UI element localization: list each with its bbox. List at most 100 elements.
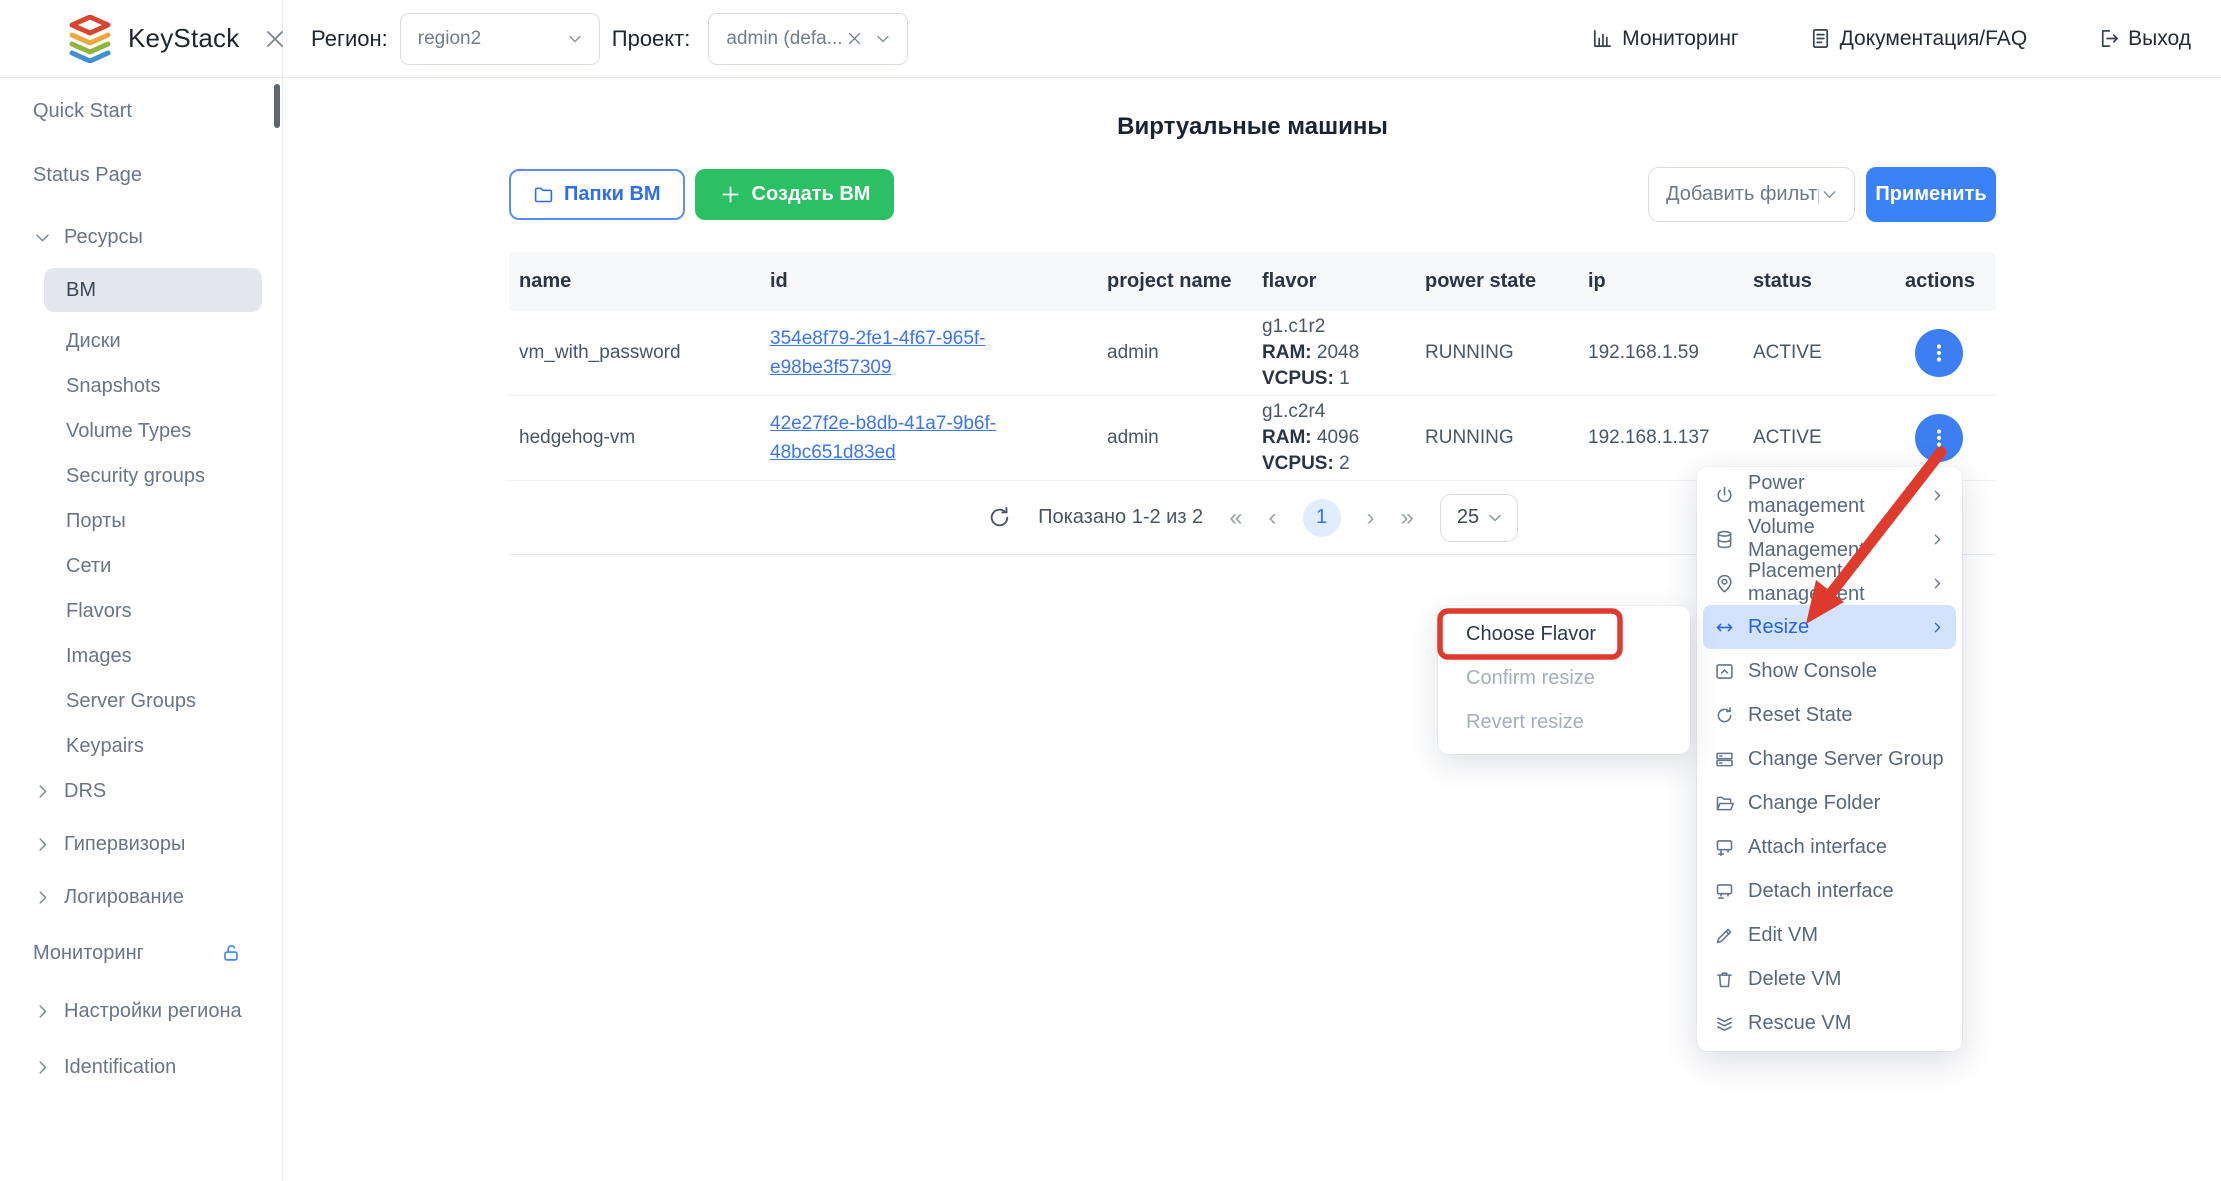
menu-item-change-server-group[interactable]: Change Server Group [1697,737,1962,781]
chevron-right-icon [1929,619,1946,636]
sidebar-item-snapshots[interactable]: Snapshots [0,373,282,399]
logout-link[interactable]: Выход [2097,27,2191,51]
sidebar-item-status-page[interactable]: Status Page [0,162,282,188]
submenu-item-choose-flavor[interactable]: Choose Flavor [1438,612,1690,656]
menu-item-volume-management[interactable]: Volume Management [1697,517,1962,561]
topbar: KeyStack Регион: region2 Проект: admin (… [0,0,2221,78]
sidebar-item-server-groups[interactable]: Server Groups [0,688,282,714]
col-header-flavor: flavor [1252,270,1415,293]
apply-filter-button[interactable]: Применить [1866,167,1996,222]
sidebar-item-volume-types[interactable]: Volume Types [0,418,282,444]
menu-item-attach-interface[interactable]: Attach interface [1697,825,1962,869]
refresh-icon[interactable] [987,505,1012,530]
region-select[interactable]: region2 [400,13,600,65]
sidebar-group-resources[interactable]: Ресурсы [0,224,282,250]
bar-chart-icon [1591,27,1614,50]
menu-item-resize[interactable]: Resize [1703,605,1956,649]
database-icon [1714,529,1735,550]
create-vm-button[interactable]: Создать ВМ [695,169,895,220]
chevron-right-icon [33,835,52,854]
sidebar-item-keypairs[interactable]: Keypairs [0,733,282,759]
monitoring-link[interactable]: Мониторинг [1591,27,1738,51]
app-title: KeyStack [128,23,239,54]
chevron-right-icon [1929,575,1946,592]
prev-page-button[interactable]: ‹ [1269,504,1277,532]
submenu-item-confirm-resize: Confirm resize [1438,656,1690,700]
row-actions-button[interactable] [1915,414,1963,462]
vm-id-link[interactable]: 42e27f2e-b8db-41a7-9b6f-48bc651d83ed [770,409,996,468]
row-actions-button[interactable] [1915,329,1963,377]
project-select[interactable]: admin (defa... [708,13,908,65]
menu-item-placement-management[interactable]: Placement management [1697,561,1962,605]
vm-status: ACTIVE [1743,342,1903,364]
clear-project-icon[interactable] [846,30,863,47]
chevron-right-icon [33,782,52,801]
menu-item-detach-interface[interactable]: Detach interface [1697,869,1962,913]
sidebar-item-vm-active[interactable]: ВМ [44,268,262,312]
trash-icon [1714,969,1735,990]
keystack-app: KeyStack Регион: region2 Проект: admin (… [0,0,2221,1181]
page-number-button[interactable]: 1 [1303,499,1341,537]
sidebar-group-identification[interactable]: Identification [0,1054,282,1080]
menu-item-power-management[interactable]: Power management [1697,473,1962,517]
table-header-row: name id project name flavor power state … [509,252,1996,311]
per-page-select[interactable]: 25 [1440,494,1518,542]
region-select-value: region2 [418,28,481,50]
sidebar-item-ports[interactable]: Порты [0,508,282,534]
sidebar-item-images[interactable]: Images [0,643,282,669]
menu-item-delete-vm[interactable]: Delete VM [1697,957,1962,1001]
rotate-icon [1714,705,1735,726]
vm-power-state: RUNNING [1415,427,1578,449]
folder-icon [533,184,554,205]
sidebar-group-drs[interactable]: DRS [0,778,282,804]
sidebar-group-region-settings[interactable]: Настройки региона [0,998,282,1024]
filter-area: Добавить фильтр Применить [1648,167,1996,222]
last-page-button[interactable]: » [1401,504,1414,532]
col-header-name: name [509,270,760,293]
table-row: vm_with_password 354e8f79-2fe1-4f67-965f… [509,311,1996,396]
sidebar-group-hypervisors[interactable]: Гипервизоры [0,831,282,857]
project-select-value: admin (defa... [726,28,842,50]
chevron-right-icon [33,1058,52,1077]
first-page-button[interactable]: « [1229,504,1242,532]
console-icon [1714,661,1735,682]
plus-icon [719,183,742,206]
sidebar-item-flavors[interactable]: Flavors [0,598,282,624]
toolbar: Папки ВМ Создать ВМ Добавить фильтр Прим… [509,166,1996,222]
sidebar-item-disks[interactable]: Диски [0,328,282,354]
sidebar-scrollbar[interactable] [274,84,280,128]
menu-item-edit-vm[interactable]: Edit VM [1697,913,1962,957]
pencil-icon [1714,925,1735,946]
vm-id-link[interactable]: 354e8f79-2fe1-4f67-965f-e98be3f57309 [770,324,986,383]
sidebar-item-monitoring[interactable]: Мониторинг [0,940,282,966]
vm-ip: 192.168.1.137 [1578,427,1743,449]
chevron-down-icon [565,29,585,49]
server-group-icon [1714,749,1735,770]
docs-link[interactable]: Документация/FAQ [1809,27,2028,51]
sidebar: Quick Start Status Page Ресурсы ВМ Диски… [0,78,283,1181]
menu-item-rescue-vm[interactable]: Rescue VM [1697,1001,1962,1045]
menu-item-show-console[interactable]: Show Console [1697,649,1962,693]
menu-item-change-folder[interactable]: Change Folder [1697,781,1962,825]
brand-area: KeyStack [0,0,283,78]
vm-flavor: g1.c2r4 RAM: 4096 VCPUS: 2 [1252,399,1415,478]
vm-folders-button[interactable]: Папки ВМ [509,169,685,220]
vm-ip: 192.168.1.59 [1578,342,1743,364]
next-page-button[interactable]: › [1367,504,1375,532]
sidebar-item-quick-start[interactable]: Quick Start [0,98,282,124]
col-header-id: id [760,270,1097,293]
chevron-right-icon [1929,487,1946,504]
col-header-actions: actions [1903,270,1996,293]
vm-project: admin [1097,427,1252,449]
sidebar-item-networks[interactable]: Сети [0,553,282,579]
sidebar-item-security-groups[interactable]: Security groups [0,463,282,489]
chevron-right-icon [33,888,52,907]
sidebar-close-icon[interactable] [263,27,287,51]
add-filter-select[interactable]: Добавить фильтр [1648,167,1855,222]
sidebar-group-logging[interactable]: Логирование [0,884,282,910]
region-label: Регион: [311,26,388,52]
vm-name: vm_with_password [509,342,760,364]
detach-interface-icon [1714,881,1735,902]
menu-item-reset-state[interactable]: Reset State [1697,693,1962,737]
document-icon [1809,27,1832,50]
